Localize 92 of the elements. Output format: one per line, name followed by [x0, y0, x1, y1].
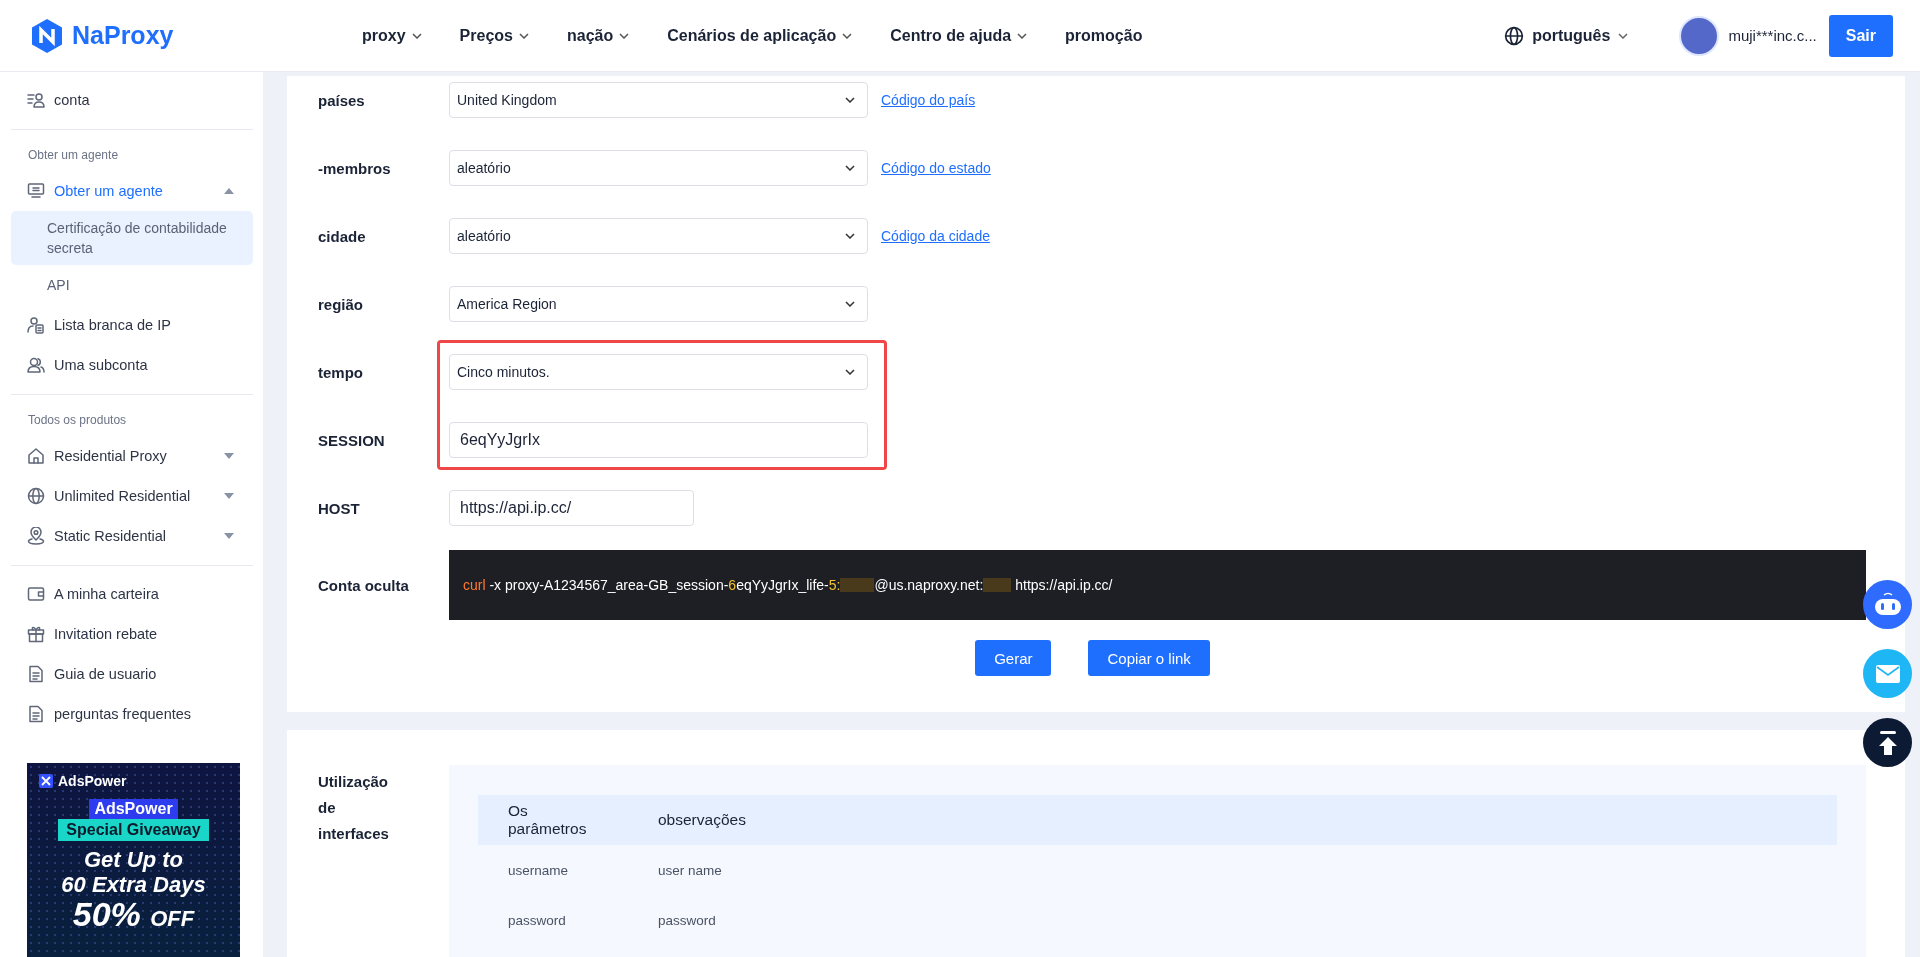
- ad-tag: AdsPower: [89, 799, 178, 819]
- nav-menu-item[interactable]: proxy: [362, 26, 422, 45]
- table-cell-text: username: [508, 862, 570, 878]
- field-label: HOST: [318, 499, 361, 517]
- ad-ribbon: Special Giveaway: [58, 819, 209, 841]
- ad-logo-icon: [39, 774, 53, 788]
- document-icon: [27, 665, 45, 683]
- field-label: -membros: [318, 159, 392, 177]
- chevron-down-icon: [845, 97, 855, 103]
- sidebar-item[interactable]: Guia de usuario: [11, 654, 253, 694]
- field-label: cidade: [318, 227, 367, 245]
- generate-button[interactable]: Gerar: [975, 640, 1052, 676]
- logout-button[interactable]: Sair: [1828, 14, 1893, 57]
- dropdown[interactable]: aleatório: [449, 218, 868, 254]
- person-document-icon: [27, 316, 45, 334]
- dropdown[interactable]: Cinco minutos.: [449, 354, 868, 390]
- session-field[interactable]: 6eqYyJgrIx: [449, 422, 868, 458]
- house-icon: [27, 447, 45, 465]
- globe-icon: [27, 487, 45, 505]
- column-header: observações: [658, 811, 747, 829]
- chevron-down-icon: [845, 301, 855, 307]
- chevron-down-icon: [845, 165, 855, 171]
- sidebar-subitem[interactable]: Certificação de contabilidade secreta: [11, 211, 253, 265]
- dropdown[interactable]: America Region: [449, 286, 868, 322]
- users-icon: [27, 356, 45, 374]
- ad-headline: Get Up to: [84, 847, 183, 872]
- field-label: países: [318, 91, 366, 109]
- chevron-down-icon: [411, 32, 422, 39]
- code-link[interactable]: Código do estado: [881, 160, 991, 176]
- code-link[interactable]: Código da cidade: [881, 228, 990, 244]
- caret-down-icon: [224, 453, 234, 459]
- chevron-down-icon: [518, 32, 529, 39]
- logo-icon: [30, 17, 64, 54]
- ad-discount: 50% OFF: [72, 897, 195, 935]
- sidebar-item[interactable]: Invitation rebate: [11, 614, 253, 654]
- sidebar-item[interactable]: perguntas frequentes: [11, 694, 253, 734]
- host-field[interactable]: https://api.ip.cc/: [449, 490, 694, 526]
- caret-down-icon: [224, 533, 234, 539]
- section-heading: Todos os produtos: [27, 412, 128, 429]
- section-title: Utilização de interfaces: [318, 772, 390, 844]
- dropdown[interactable]: United Kingdom: [449, 82, 868, 118]
- sidebar-item[interactable]: A minha carteira: [11, 574, 253, 614]
- id-person-icon: [27, 91, 45, 109]
- sidebar-subitem[interactable]: API: [11, 265, 253, 305]
- ad-headline: 60 Extra Days: [61, 872, 206, 897]
- caret-down-icon: [224, 493, 234, 499]
- dropdown[interactable]: aleatório: [449, 150, 868, 186]
- table-cell-text: password: [658, 912, 717, 928]
- sidebar-item[interactable]: Residential Proxy: [11, 436, 253, 476]
- sidebar-item[interactable]: Unlimited Residential: [11, 476, 253, 516]
- globe-icon: [1504, 25, 1525, 46]
- table-cell-text: password: [508, 912, 567, 928]
- column-header: Os parâmetros: [508, 802, 588, 838]
- chevron-down-icon: [842, 32, 853, 39]
- nav-menu-item[interactable]: promoção: [1065, 26, 1143, 45]
- chevron-down-icon: [845, 369, 855, 375]
- nav-menu-item[interactable]: nação: [566, 26, 630, 45]
- location-pin-icon: [27, 527, 45, 545]
- sidebar-item[interactable]: Uma subconta: [11, 345, 253, 385]
- chevron-down-icon: [1017, 32, 1028, 39]
- sidebar-item[interactable]: conta: [11, 80, 253, 120]
- robot-icon: [1872, 591, 1903, 618]
- avatar[interactable]: [1679, 15, 1720, 56]
- monitor-icon: [27, 182, 45, 200]
- sidebar-item[interactable]: Obter um agente: [11, 171, 253, 211]
- nav-menu-item[interactable]: Centro de ajuda: [890, 26, 1028, 45]
- nav-menu-item[interactable]: Preços: [459, 26, 529, 45]
- field-label: Conta oculta: [318, 576, 410, 594]
- back-to-top-button[interactable]: [1863, 718, 1912, 767]
- field-label: tempo: [318, 363, 364, 381]
- ad-brand: AdsPower: [58, 773, 127, 789]
- ad-banner[interactable]: AdsPower AdsPower Special Giveaway Get Up to 60 Extra Days 50% OFF: [27, 763, 240, 957]
- caret-up-icon: [224, 188, 234, 194]
- document-icon: [27, 705, 45, 723]
- envelope-icon: [1875, 664, 1900, 683]
- copy-link-button[interactable]: Copiar o link: [1088, 640, 1210, 676]
- chevron-down-icon: [619, 32, 630, 39]
- field-label: SESSION: [318, 431, 386, 449]
- code-link[interactable]: Código do país: [881, 92, 976, 108]
- wallet-icon: [27, 585, 45, 603]
- section-heading: Obter um agente: [27, 147, 120, 164]
- field-label: região: [318, 295, 364, 313]
- brand-name[interactable]: NaProxy: [72, 21, 174, 50]
- sidebar-item[interactable]: Lista branca de IP: [11, 305, 253, 345]
- nav-menu-item[interactable]: Cenários de aplicação: [667, 26, 853, 45]
- language-selector[interactable]: português: [1498, 24, 1635, 47]
- sidebar-item[interactable]: Static Residential: [11, 516, 253, 556]
- chevron-down-icon: [845, 233, 855, 239]
- table-cell-text: user name: [658, 862, 723, 878]
- chevron-down-icon: [1618, 32, 1629, 39]
- username: muji***inc.c...: [1728, 27, 1817, 44]
- gift-icon: [27, 625, 45, 643]
